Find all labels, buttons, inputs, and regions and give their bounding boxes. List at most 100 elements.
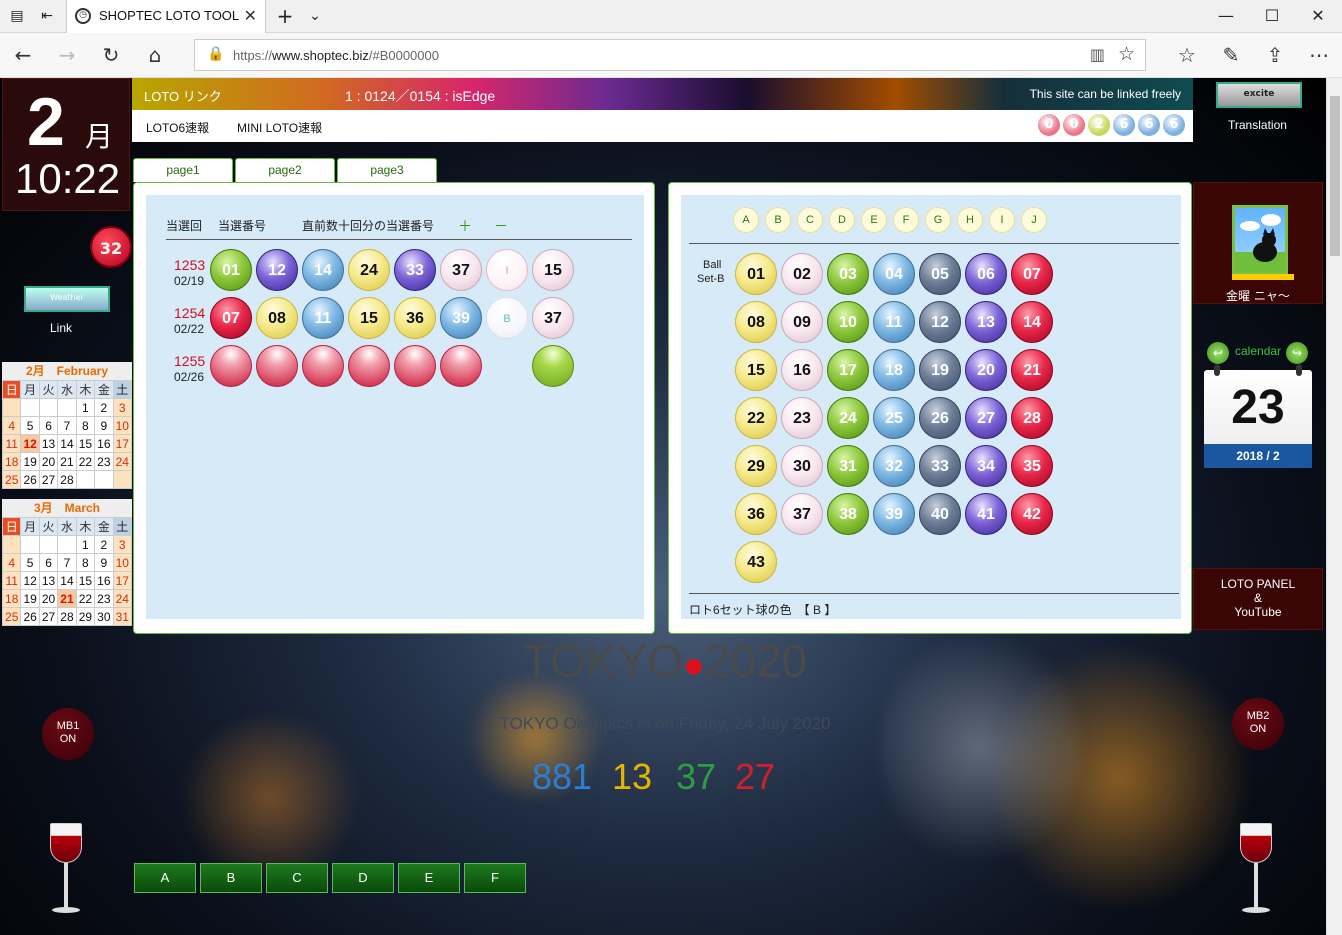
plus-button[interactable]: ＋	[458, 216, 472, 236]
number-ball[interactable]: 07	[1011, 253, 1053, 295]
tab-page1[interactable]: page1	[133, 158, 233, 182]
number-ball[interactable]: 01	[735, 253, 777, 295]
calendar-day-cell[interactable]: 2	[94, 535, 114, 554]
calendar-day-cell[interactable]: 26	[20, 470, 40, 489]
cat-widget[interactable]: 金曜 ニャ～	[1193, 182, 1323, 304]
calendar-day-cell[interactable]: 27	[38, 470, 59, 489]
mb2-toggle[interactable]: MB2 ON	[1232, 698, 1284, 750]
calendar-day-cell[interactable]: 12	[20, 571, 40, 590]
back-icon[interactable]: ←	[10, 43, 36, 69]
bottom-button-c[interactable]: C	[266, 863, 328, 893]
number-ball[interactable]: 21	[1011, 349, 1053, 391]
calendar-day-cell[interactable]: 18	[1, 452, 22, 471]
set-aside-tabs-icon[interactable]: ⇤	[36, 6, 58, 26]
bottom-button-b[interactable]: B	[200, 863, 262, 893]
calendar-day-cell[interactable]: 17	[112, 571, 133, 590]
calendar-day-cell[interactable]: 22	[75, 589, 96, 608]
calendar-day-cell[interactable]: 1	[75, 398, 96, 417]
calendar-day-cell[interactable]: 20	[38, 589, 59, 608]
page-scrollbar[interactable]	[1326, 78, 1342, 935]
calendar-next-icon[interactable]: ↪	[1286, 342, 1308, 364]
number-ball[interactable]: 33	[919, 445, 961, 487]
close-tab-icon[interactable]: ✕	[244, 6, 257, 25]
set-letter-h[interactable]: H	[957, 207, 983, 233]
tab-list-chevron-icon[interactable]: ⌄	[304, 6, 326, 26]
calendar-day-cell[interactable]: 8	[75, 553, 96, 572]
calendar-day-cell[interactable]: 13	[38, 434, 59, 453]
home-icon[interactable]: ⌂	[142, 43, 168, 69]
calendar-day-cell[interactable]: 10	[112, 553, 133, 572]
calendar-day-cell[interactable]: 9	[94, 416, 114, 435]
calendar-day-cell[interactable]: 31	[112, 607, 133, 626]
calendar-day-cell[interactable]: 14	[57, 571, 77, 590]
number-ball[interactable]: 41	[965, 493, 1007, 535]
browser-tab[interactable]: ◷ SHOPTEC LOTO TOOL ✕	[66, 0, 266, 33]
number-ball[interactable]: 29	[735, 445, 777, 487]
number-ball[interactable]: 06	[965, 253, 1007, 295]
calendar-prev-icon[interactable]: ↩	[1207, 342, 1229, 364]
bottom-button-d[interactable]: D	[332, 863, 394, 893]
set-letter-g[interactable]: G	[925, 207, 951, 233]
number-ball[interactable]: 17	[827, 349, 869, 391]
number-ball[interactable]: 36	[735, 493, 777, 535]
reading-view-icon[interactable]: ▥	[1090, 45, 1105, 64]
set-letter-j[interactable]: J	[1021, 207, 1047, 233]
number-ball[interactable]: 27	[965, 397, 1007, 439]
calendar-day-cell[interactable]: 29	[75, 607, 96, 626]
calendar-day-cell[interactable]: 7	[57, 553, 77, 572]
calendar-day-cell[interactable]: 14	[57, 434, 77, 453]
tab-actions-icon[interactable]: ▤	[6, 6, 28, 26]
number-ball[interactable]: 37	[781, 493, 823, 535]
set-letter-a[interactable]: A	[733, 207, 759, 233]
set-letter-d[interactable]: D	[829, 207, 855, 233]
number-ball[interactable]: 40	[919, 493, 961, 535]
maximize-icon[interactable]: ☐	[1250, 4, 1294, 28]
number-ball[interactable]: 32	[873, 445, 915, 487]
loto-panel-youtube-button[interactable]: LOTO PANEL & YouTube	[1193, 568, 1323, 630]
number-ball[interactable]: 28	[1011, 397, 1053, 439]
number-ball[interactable]: 22	[735, 397, 777, 439]
number-ball[interactable]: 11	[873, 301, 915, 343]
calendar-day-cell[interactable]: 23	[94, 452, 114, 471]
number-ball[interactable]: 24	[827, 397, 869, 439]
calendar-day-cell[interactable]: 28	[57, 470, 77, 489]
number-ball[interactable]: 30	[781, 445, 823, 487]
close-window-icon[interactable]: ✕	[1296, 4, 1340, 28]
scroll-thumb[interactable]	[1330, 96, 1340, 256]
number-ball[interactable]: 13	[965, 301, 1007, 343]
number-ball[interactable]: 08	[735, 301, 777, 343]
calendar-day-cell[interactable]: 30	[94, 607, 114, 626]
calendar-day-cell[interactable]: 13	[38, 571, 59, 590]
number-ball[interactable]: 16	[781, 349, 823, 391]
calendar-day-cell[interactable]: 24	[112, 452, 133, 471]
number-ball[interactable]: 25	[873, 397, 915, 439]
calendar-day-cell[interactable]: 22	[75, 452, 96, 471]
calendar-day-cell[interactable]: 26	[20, 607, 40, 626]
number-ball[interactable]: 03	[827, 253, 869, 295]
calendar-day-cell[interactable]: 17	[112, 434, 133, 453]
calendar-day-cell[interactable]: 5	[20, 416, 40, 435]
minus-button[interactable]: －	[494, 216, 508, 236]
calendar-day-cell[interactable]: 4	[1, 416, 22, 435]
number-ball[interactable]: 38	[827, 493, 869, 535]
excite-translation-button[interactable]: excite	[1216, 82, 1302, 108]
tab-page3[interactable]: page3	[337, 158, 437, 182]
calendar-day-cell[interactable]: 2	[94, 398, 114, 417]
number-ball[interactable]: 35	[1011, 445, 1053, 487]
calendar-day-cell[interactable]: 28	[57, 607, 77, 626]
calendar-day-cell[interactable]: 25	[1, 470, 22, 489]
minimize-icon[interactable]: —	[1204, 4, 1248, 28]
header-title[interactable]: LOTO リンク	[144, 86, 222, 105]
calendar-day-cell[interactable]: 11	[1, 434, 22, 453]
calendar-day-cell[interactable]: 5	[20, 553, 40, 572]
forward-icon[interactable]: →	[54, 43, 80, 69]
calendar-day-cell[interactable]: 16	[94, 571, 114, 590]
calendar-day-cell[interactable]: 11	[1, 571, 22, 590]
set-letter-c[interactable]: C	[797, 207, 823, 233]
calendar-day-cell[interactable]: 12	[20, 434, 40, 453]
calendar-day-cell[interactable]: 15	[75, 571, 96, 590]
calendar-day-cell[interactable]: 20	[38, 452, 59, 471]
number-ball[interactable]: 12	[919, 301, 961, 343]
favorite-star-icon[interactable]: ☆	[1118, 43, 1135, 65]
calendar-day-cell[interactable]: 6	[38, 553, 59, 572]
